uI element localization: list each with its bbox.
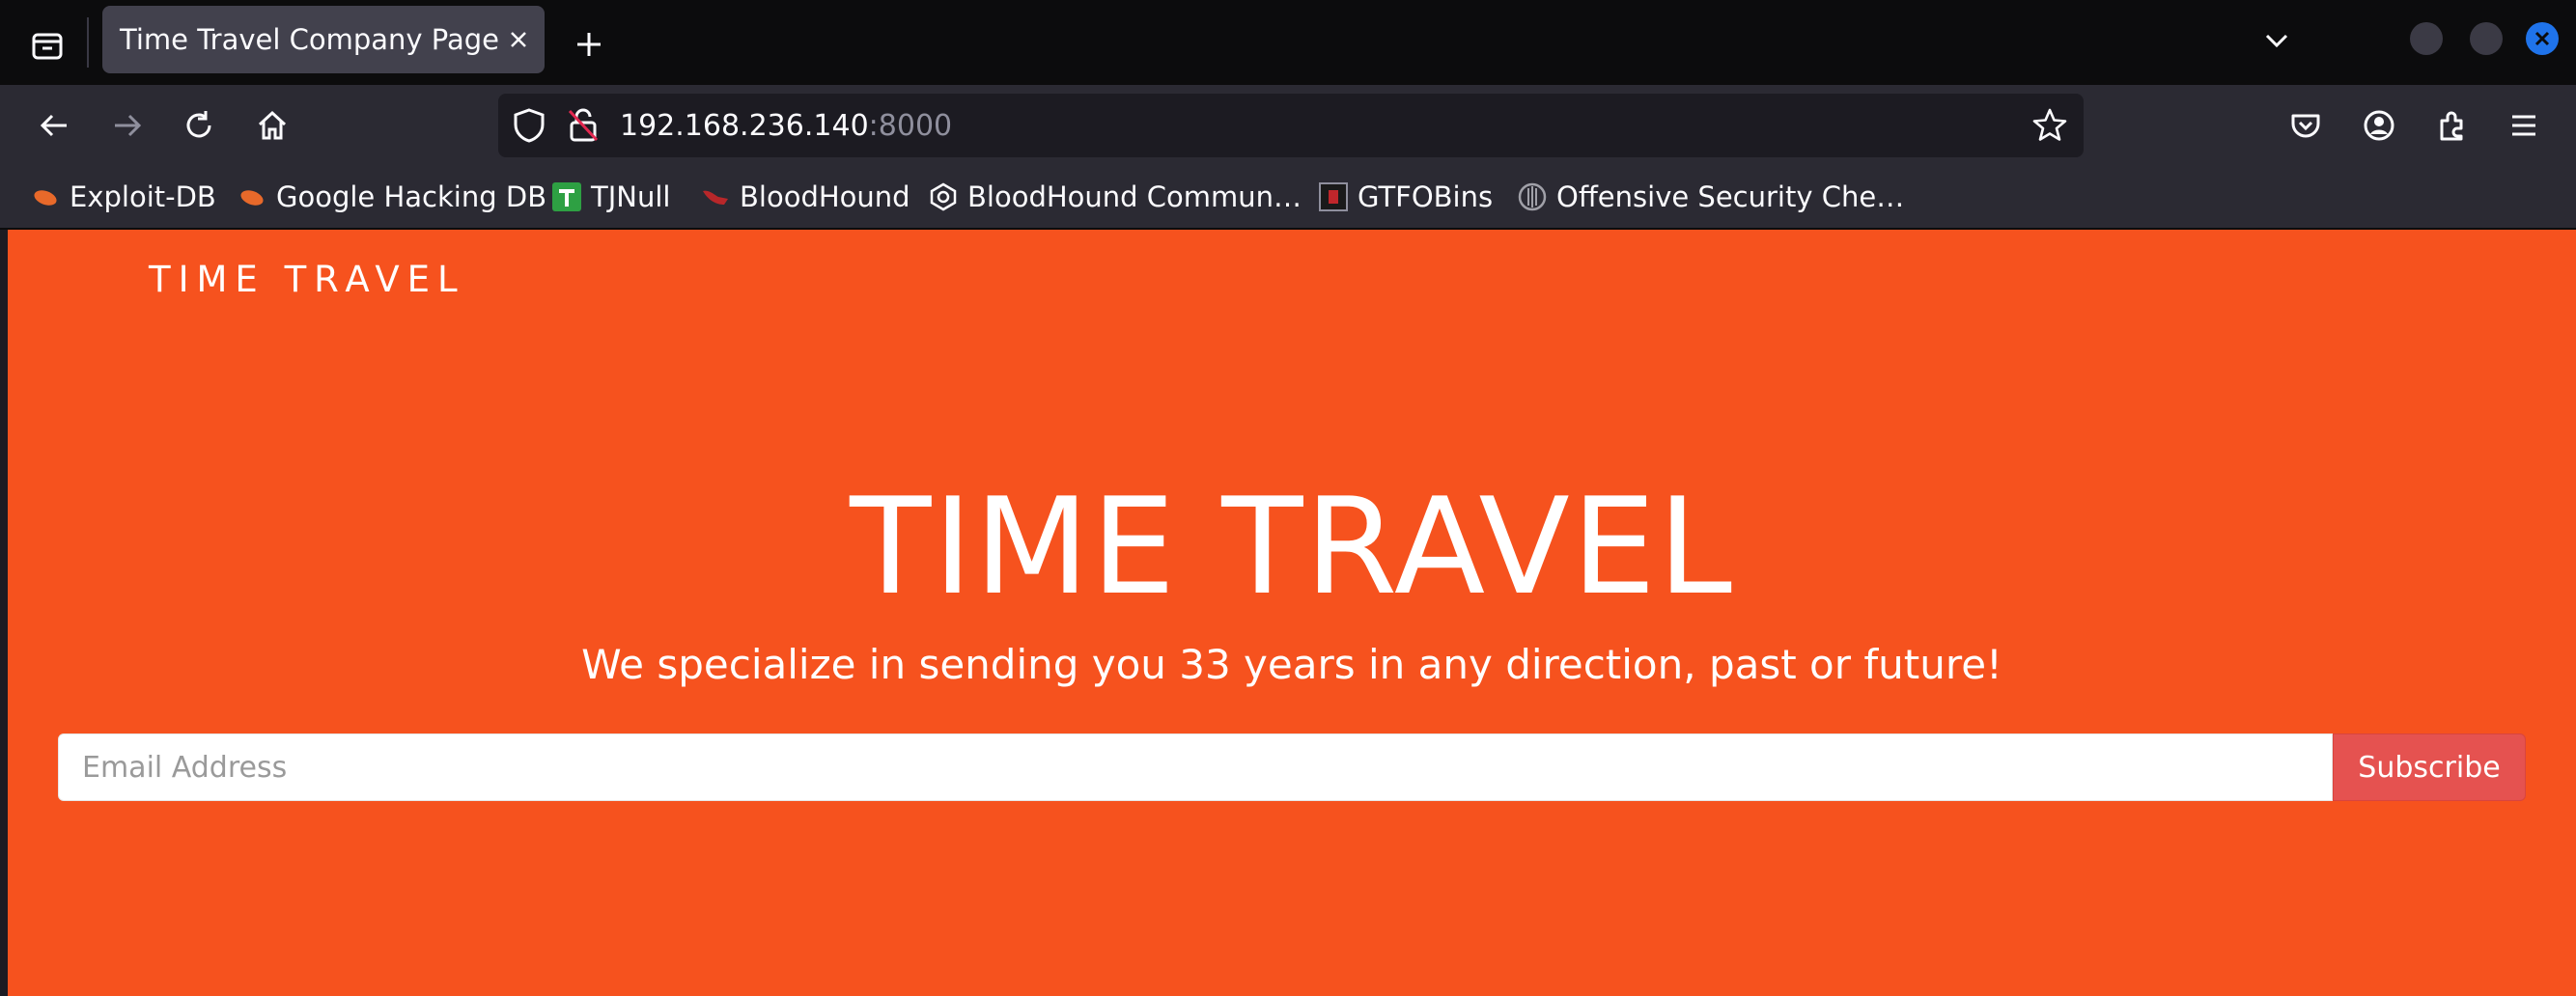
reload-icon[interactable] [170,97,228,154]
bookmark-gtfobins[interactable]: GTFOBins [1319,178,1493,216]
maximize-button[interactable] [2470,22,2503,55]
hero-title: TIME TRAVEL [850,469,1734,624]
insecure-lock-icon[interactable] [566,107,601,148]
tab-separator [87,17,89,68]
bookmark-google-hacking-db[interactable]: Google Hacking DB [238,178,546,216]
bookmark-offensive-security[interactable]: Offensive Security Che… [1518,178,1904,216]
account-icon[interactable] [2350,97,2408,154]
bookmark-bloodhound-community[interactable]: BloodHound Commun… [929,178,1302,216]
url-text[interactable]: 192.168.236.140:8000 [620,109,952,143]
hamburger-menu-icon[interactable] [2495,97,2553,154]
navigation-toolbar: 192.168.236.140:8000 [0,85,2576,166]
bookmarks-toolbar: Exploit-DB Google Hacking DB TJNull Bloo… [0,166,2576,230]
hero-subtitle: We specialize in sending you 33 years in… [581,641,2002,688]
bookmark-tjnull[interactable]: TJNull [552,178,670,216]
offsec-icon [1518,182,1547,211]
email-address-input[interactable] [58,733,2333,801]
bookmark-label: Exploit-DB [70,180,216,213]
bloodhound-community-icon [929,182,958,211]
tracking-shield-icon[interactable] [512,107,546,148]
close-window-button[interactable] [2526,22,2559,55]
bloodhound-icon [701,182,730,211]
tjnull-icon [552,182,581,211]
bookmark-label: Google Hacking DB [276,180,547,213]
minimize-button[interactable] [2410,22,2443,55]
extensions-icon[interactable] [2423,97,2481,154]
bookmark-star-icon[interactable] [2031,107,2068,148]
bookmark-label: BloodHound [740,180,910,213]
active-tab[interactable]: Time Travel Company Page [102,6,545,73]
forward-arrow-icon[interactable] [98,97,156,154]
tab-bar: Time Travel Company Page [0,0,2576,85]
ghdb-icon [238,182,266,211]
subscribe-button[interactable]: Subscribe [2333,733,2526,801]
bookmark-exploit-db[interactable]: Exploit-DB [31,178,216,216]
tab-close-icon[interactable] [499,15,537,64]
bookmark-label: BloodHound Commun… [967,180,1302,213]
bookmark-label: TJNull [591,180,671,213]
chevron-down-icon[interactable] [2250,14,2304,68]
url-port: :8000 [868,109,953,143]
bookmark-bloodhound[interactable]: BloodHound [701,178,910,216]
gtfobins-icon [1319,182,1348,211]
bookmark-label: Offensive Security Che… [1556,180,1905,213]
page-content: TIME TRAVEL TIME TRAVEL We specialize in… [8,230,2576,996]
bookmark-label: GTFOBins [1358,180,1494,213]
url-host: 192.168.236.140 [620,109,869,143]
tab-list-icon[interactable] [17,15,77,75]
exploit-db-icon [31,182,60,211]
new-tab-plus-icon[interactable] [560,15,618,73]
back-arrow-icon[interactable] [25,97,83,154]
home-icon[interactable] [243,97,301,154]
url-bar[interactable]: 192.168.236.140:8000 [498,94,2084,157]
tab-title: Time Travel Company Page [120,23,500,56]
site-brand[interactable]: TIME TRAVEL [149,259,465,300]
pocket-icon[interactable] [2277,97,2335,154]
